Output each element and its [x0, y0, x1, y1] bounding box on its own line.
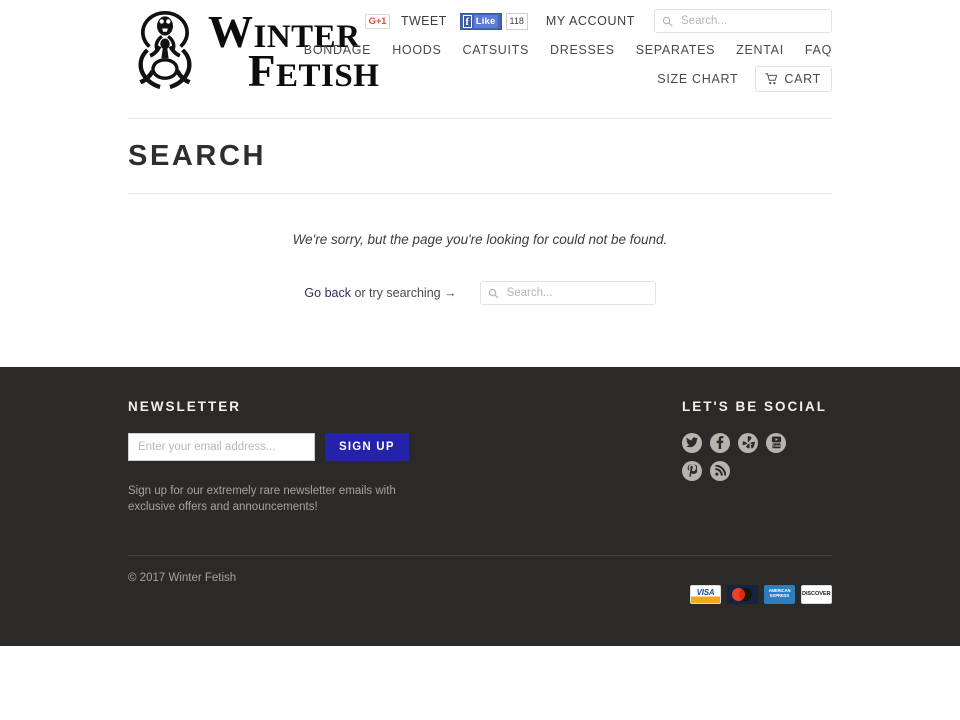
primary-navigation: BONDAGE HOODS CATSUITS DRESSES SEPARATES…	[304, 43, 832, 57]
social-icon-list: Tube	[682, 432, 798, 481]
search-icon	[488, 288, 499, 298]
google-plus-one-button[interactable]: G+1	[364, 13, 390, 29]
not-found-message: We're sorry, but the page you're looking…	[292, 231, 668, 247]
secondary-navigation: SIZE CHART CART	[657, 66, 832, 92]
cart-button-label: CART	[784, 72, 821, 86]
yelp-icon	[742, 436, 755, 449]
main-search-box[interactable]	[479, 281, 656, 305]
twitter-icon	[686, 437, 698, 448]
youtube-icon: Tube	[771, 436, 781, 449]
discover-card-icon: DISCOVER	[801, 584, 832, 604]
payment-methods: VISA AMERICAN EXPRESS DISCOVER	[690, 584, 832, 604]
logo-line2-rest: ETISH	[276, 58, 380, 94]
header-search-box[interactable]	[654, 9, 832, 33]
nav-item-dresses[interactable]: DRESSES	[550, 43, 615, 57]
go-back-link[interactable]: Go back	[304, 286, 351, 300]
nav-item-bondage[interactable]: BONDAGE	[304, 43, 371, 57]
main-search-input[interactable]	[504, 286, 648, 300]
footer-divider	[128, 554, 832, 556]
copyright-text: © 2017 Winter Fetish	[128, 571, 237, 584]
facebook-icon: f	[462, 14, 472, 28]
social-section: LET'S BE SOCIAL Tube	[682, 397, 832, 481]
nav-item-zentai[interactable]: ZENTAI	[736, 43, 784, 57]
cart-button[interactable]: CART	[755, 66, 832, 92]
logo-line1-cap: W	[208, 6, 254, 57]
my-account-link[interactable]: MY ACCOUNT	[546, 14, 635, 28]
social-link-twitter[interactable]	[682, 432, 702, 453]
logo-line2-cap: F	[248, 46, 276, 96]
visa-card-label: VISA	[696, 587, 715, 597]
social-link-rss[interactable]	[710, 460, 730, 481]
nav-item-faq[interactable]: FAQ	[805, 43, 832, 57]
social-link-yelp[interactable]	[738, 432, 758, 453]
nav-item-separates[interactable]: SEPARATES	[636, 43, 715, 57]
shopping-cart-icon	[765, 73, 778, 85]
newsletter-signup-button[interactable]: SIGN UP	[325, 432, 409, 461]
facebook-like-count: 118	[505, 12, 528, 30]
facebook-icon	[716, 436, 724, 450]
visa-card-icon: VISA	[690, 584, 721, 604]
social-link-pinterest[interactable]	[682, 460, 702, 481]
amex-card-icon: AMERICAN EXPRESS	[764, 584, 795, 604]
newsletter-section: NEWSLETTER SIGN UP Sign up for our extre…	[128, 397, 440, 527]
newsletter-heading: NEWSLETTER	[128, 399, 241, 414]
mastercard-card-icon	[727, 584, 758, 604]
main-content: SEARCH We're sorry, but the page you're …	[128, 118, 832, 367]
facebook-like-widget[interactable]: f Like 118	[459, 12, 528, 30]
mastercard-yellow-circle	[739, 587, 752, 601]
go-back-suffix: or try searching →	[350, 286, 457, 300]
site-footer: NEWSLETTER SIGN UP Sign up for our extre…	[0, 367, 960, 646]
amex-card-label: AMERICAN EXPRESS	[768, 588, 791, 599]
svg-text:Tube: Tube	[772, 444, 780, 448]
page-root: WINTER FETISH G+1 TWEET f Like 118 MY AC…	[0, 0, 960, 646]
pinterest-icon	[687, 464, 697, 478]
site-header: WINTER FETISH G+1 TWEET f Like 118 MY AC…	[0, 0, 960, 118]
facebook-like-label: Like	[473, 14, 498, 28]
social-heading: LET'S BE SOCIAL	[682, 399, 827, 414]
newsletter-form: SIGN UP	[128, 432, 440, 461]
nav-item-hoods[interactable]: HOODS	[392, 43, 441, 57]
page-title: SEARCH	[128, 140, 267, 172]
social-link-youtube[interactable]: Tube	[766, 432, 786, 453]
facebook-like-button[interactable]: f Like	[459, 12, 502, 30]
winter-fetish-emblem-icon	[138, 11, 192, 90]
social-link-facebook[interactable]	[710, 432, 730, 453]
newsletter-note: Sign up for our extremely rare newslette…	[128, 484, 396, 513]
footer-bottom: © 2017 Winter Fetish VISA AMERICAN EXPRE…	[128, 572, 832, 618]
discover-card-label: DISCOVER	[802, 591, 831, 598]
nav-item-catsuits[interactable]: CATSUITS	[463, 43, 529, 57]
rss-icon	[714, 465, 726, 476]
divider-under-title	[128, 193, 832, 194]
go-back-text: Go back or try searching →	[304, 286, 456, 300]
header-search-input[interactable]	[679, 14, 824, 28]
search-icon	[662, 16, 673, 26]
search-again-row: Go back or try searching →	[128, 260, 832, 305]
newsletter-email-input[interactable]	[128, 432, 315, 461]
header-topbar: G+1 TWEET f Like 118 MY ACCOUNT	[364, 9, 832, 33]
tweet-button[interactable]: TWEET	[401, 14, 447, 28]
nav-item-size-chart[interactable]: SIZE CHART	[657, 72, 738, 86]
